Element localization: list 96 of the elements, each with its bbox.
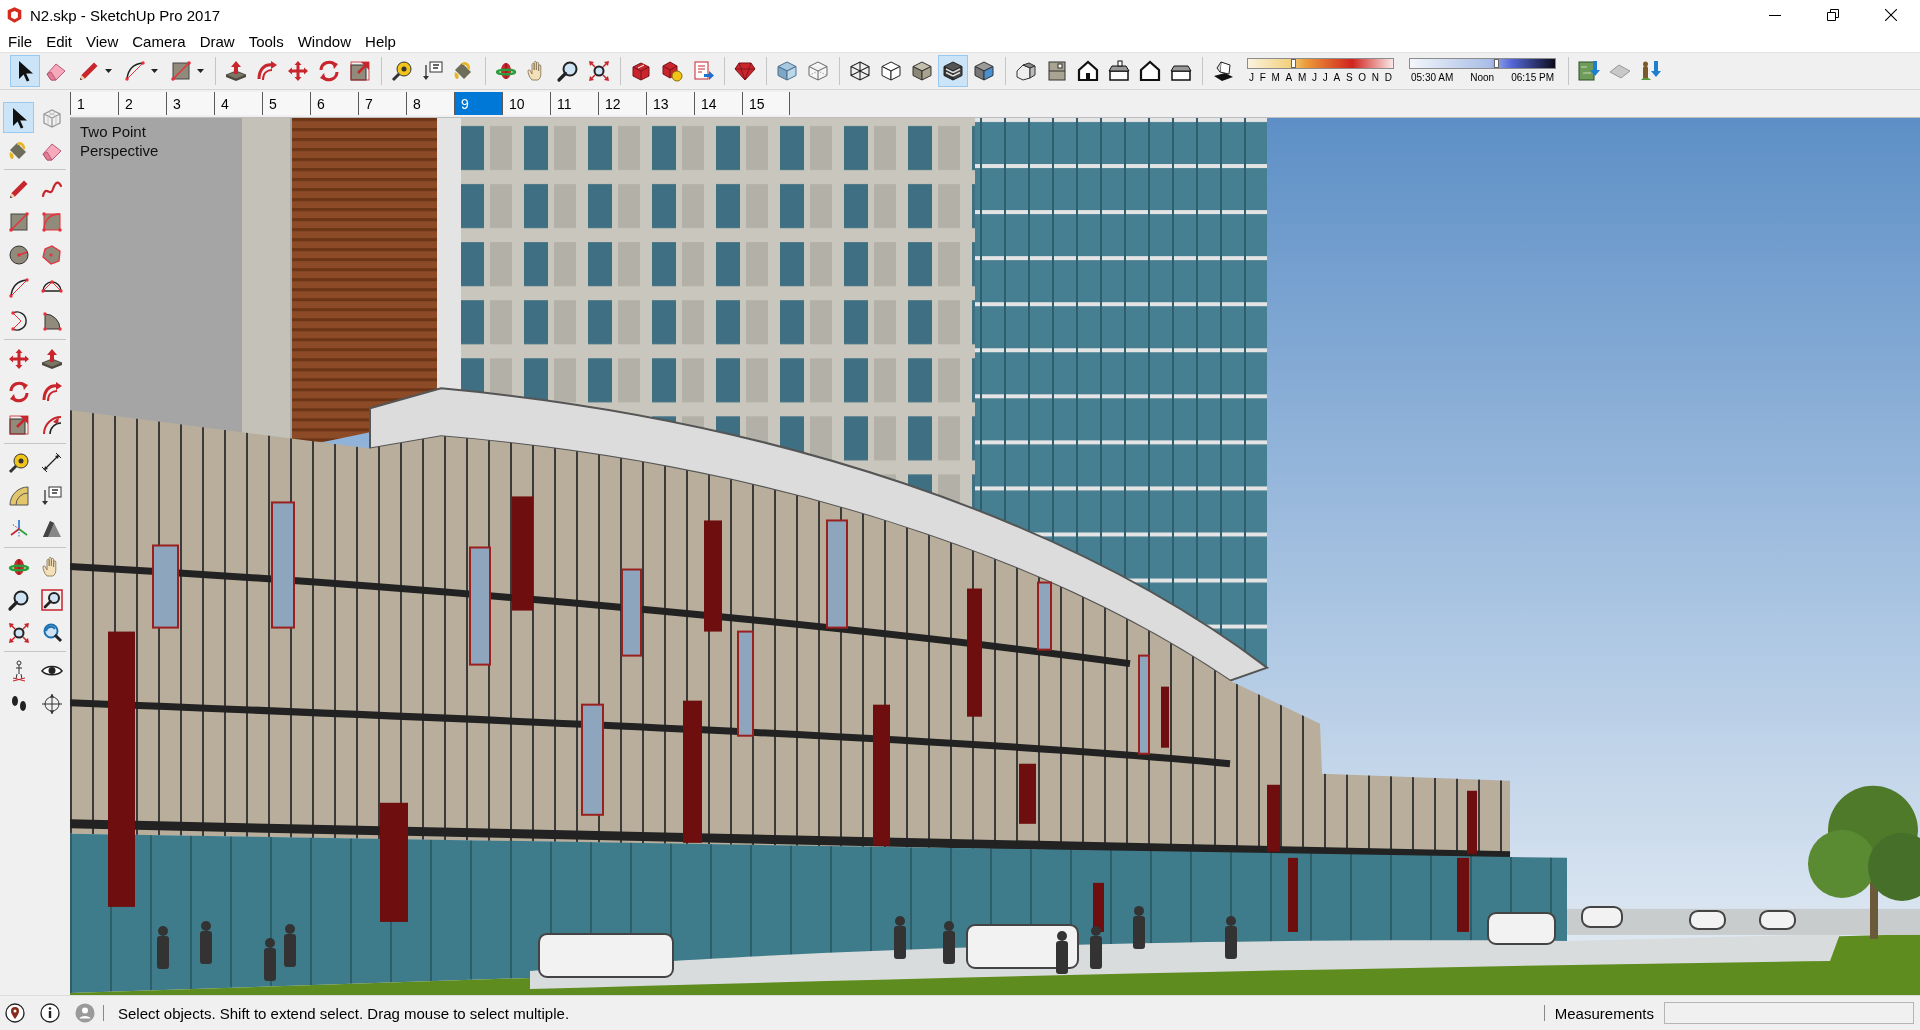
scene-tab[interactable]: 12 — [598, 92, 646, 115]
chimney-house-icon — [1107, 59, 1131, 83]
front-house-icon — [1076, 59, 1100, 83]
scene-tab[interactable]: 10 — [502, 92, 550, 115]
month-label: J — [1322, 72, 1328, 84]
time-label: Noon — [1470, 72, 1495, 84]
window-title: N2.skp - SketchUp Pro 2017 — [30, 6, 221, 24]
measurements-field[interactable] — [1664, 1002, 1914, 1024]
box-coin-icon — [660, 59, 684, 83]
four-arrows-icon — [286, 59, 310, 83]
restore-icon — [1827, 9, 1839, 21]
polygon-icon — [39, 242, 64, 267]
month-label: D — [1384, 72, 1392, 84]
time-slider[interactable] — [1409, 58, 1556, 69]
wireframe-cube-icon — [848, 59, 872, 83]
document-arrow-icon — [691, 59, 715, 83]
magnifier-icon — [556, 59, 580, 83]
scale-box-icon — [6, 412, 31, 437]
measurements-label: Measurements — [1554, 1004, 1654, 1022]
month-label: J — [1249, 72, 1254, 84]
tape-measure-icon — [6, 450, 31, 475]
app-logo-icon — [6, 7, 23, 23]
dimension-icon — [39, 450, 64, 475]
scene-tab[interactable]: 6 — [310, 92, 358, 115]
scene-tab[interactable]: 5 — [262, 92, 310, 115]
top-house-icon — [1045, 59, 1069, 83]
menu-item[interactable]: Help — [358, 31, 403, 51]
slider-thumb[interactable] — [1291, 59, 1297, 68]
dashed-cube-icon — [806, 59, 830, 83]
info-icon[interactable] — [40, 1003, 60, 1023]
striped-cube-icon — [941, 59, 965, 83]
slider-thumb[interactable] — [1494, 59, 1499, 68]
curved-arrow-icon — [255, 59, 279, 83]
scene-tab[interactable]: 13 — [646, 92, 694, 115]
arc-icon — [123, 59, 147, 83]
month-slider[interactable] — [1247, 58, 1394, 69]
circular-arrows-icon — [317, 59, 341, 83]
month-label: A — [1333, 72, 1341, 84]
arc-icon — [6, 275, 31, 300]
map-download-icon — [1577, 59, 1601, 83]
time-label: 05:30 AM — [1411, 72, 1454, 84]
month-label: A — [1285, 72, 1293, 84]
magnifier-arrows-icon — [6, 620, 31, 645]
rectangle-icon — [6, 209, 31, 234]
month-label: M — [1298, 72, 1307, 84]
menu-item[interactable]: Edit — [39, 31, 80, 51]
scene-tab[interactable]: 4 — [214, 92, 262, 115]
magnifier-arrows-icon — [587, 59, 611, 83]
close-icon — [1885, 9, 1897, 21]
status-message: Select objects. Shift to extend select. Drag mouse to select multiple. — [118, 1004, 570, 1022]
scene-tab[interactable]: 3 — [166, 92, 214, 115]
scale-box-icon — [348, 59, 372, 83]
menu-item[interactable]: Window — [290, 31, 359, 51]
scene-tab[interactable]: 15 — [742, 92, 790, 115]
scene-tab[interactable]: 11 — [550, 92, 598, 115]
scene-tab[interactable]: 7 — [358, 92, 406, 115]
camera-view-label: Two Point Perspective — [80, 122, 160, 160]
shaded-cube-icon — [910, 59, 934, 83]
tool-button[interactable] — [938, 55, 968, 87]
tool-button[interactable] — [3, 102, 34, 133]
menu-item[interactable]: Draw — [192, 31, 242, 51]
two-tone-cube-icon — [972, 59, 996, 83]
menu-item[interactable]: Tools — [241, 31, 291, 51]
rotated-rectangle-icon — [39, 209, 64, 234]
iso-house-icon — [1014, 59, 1038, 83]
circle-icon — [6, 242, 31, 267]
scene-tab[interactable]: 1 — [70, 92, 118, 115]
section-plane-icon — [39, 691, 64, 716]
gem-icon — [733, 59, 757, 83]
magnifier-frame-icon — [39, 587, 64, 612]
menu-item[interactable]: File — [1, 31, 40, 51]
scene-tab[interactable]: 8 — [406, 92, 454, 115]
month-label: O — [1358, 72, 1367, 84]
outline-cube-icon — [879, 59, 903, 83]
month-label: J — [1312, 72, 1318, 84]
minimize-icon — [1769, 14, 1781, 16]
box-up-arrow-icon — [224, 59, 248, 83]
month-label: F — [1259, 72, 1266, 84]
month-label: N — [1371, 72, 1379, 84]
scene-tab[interactable]: 14 — [694, 92, 742, 115]
location-pin-icon[interactable] — [5, 1003, 25, 1023]
rectangle-icon — [169, 59, 193, 83]
figure-download-icon — [1639, 59, 1663, 83]
scene-tab[interactable]: 2 — [118, 92, 166, 115]
menu-item[interactable]: Camera — [125, 31, 193, 51]
protractor-icon — [6, 483, 31, 508]
scene-tab[interactable]: 9 — [454, 92, 502, 115]
month-label: S — [1345, 72, 1353, 84]
month-label: M — [1271, 72, 1280, 84]
user-avatar-icon[interactable] — [75, 1003, 95, 1023]
tape-measure-icon — [390, 59, 414, 83]
time-label: 06:15 PM — [1511, 72, 1554, 84]
outline-house-icon — [1138, 59, 1162, 83]
menu-item[interactable]: View — [79, 31, 126, 51]
cube-icon — [775, 59, 799, 83]
tool-button[interactable] — [10, 55, 40, 87]
